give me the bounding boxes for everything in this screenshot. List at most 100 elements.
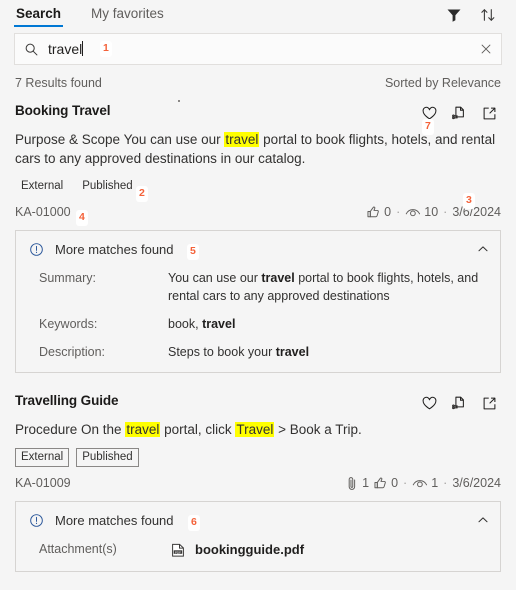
annotation-marker-5: 5	[187, 244, 199, 260]
copy-link-icon[interactable]	[449, 393, 469, 413]
more-matches-panel: More matches found Attachment(s) PDF bookin…	[15, 501, 501, 572]
match-row-key: Keywords:	[39, 317, 98, 331]
sort-icon[interactable]	[478, 5, 498, 25]
match-row: Attachment(s) PDF bookingguide.pdf	[26, 540, 490, 560]
pdf-file-icon: PDF	[168, 540, 188, 560]
result-card[interactable]: Travelling Guide Procedure On the travel …	[14, 373, 502, 572]
view-count: 1	[412, 476, 438, 491]
attachment-count: 1	[345, 476, 369, 491]
tab-search-label: Search	[16, 6, 62, 21]
result-title[interactable]: Booking Travel	[15, 103, 110, 118]
search-input[interactable]: travel	[14, 33, 502, 65]
result-stats: 1 0 · 1 · 3/6/2024	[345, 476, 501, 491]
view-count: 10	[405, 205, 438, 220]
results-count: 7 Results found	[15, 76, 102, 90]
snippet-highlight: Travel	[235, 422, 275, 437]
results-summary: 7 Results found Sorted by Relevance	[0, 65, 516, 93]
copy-link-icon[interactable]	[449, 103, 469, 123]
like-count: 0	[366, 205, 391, 220]
separator-dot: ·	[443, 205, 448, 219]
separator-dot: ·	[396, 205, 401, 219]
more-matches-title: More matches found	[55, 512, 174, 528]
svg-text:PDF: PDF	[175, 550, 181, 554]
annotation-marker-1: 1	[100, 41, 112, 57]
tag-published: Published	[76, 448, 139, 467]
result-tags: External Published	[15, 177, 501, 196]
favorite-heart-icon[interactable]	[419, 393, 439, 413]
match-row: Description: Steps to book your travel	[26, 343, 490, 361]
search-icon	[24, 42, 39, 57]
result-actions	[419, 393, 501, 413]
result-snippet: Purpose & Scope You can use our travel p…	[15, 130, 501, 168]
result-tags: External Published	[15, 448, 501, 467]
result-card[interactable]: Booking Travel Purpose & Scope You can us…	[14, 93, 502, 373]
view-count-value: 1	[431, 476, 439, 490]
info-icon	[26, 510, 46, 530]
open-in-new-window-icon[interactable]	[479, 393, 499, 413]
attachment-count-value: 1	[362, 476, 370, 490]
snippet-text: portal, click	[160, 422, 236, 437]
tab-my-favorites[interactable]: My favorites	[89, 4, 166, 27]
clear-icon[interactable]	[479, 42, 493, 56]
tag-published: Published	[82, 180, 133, 192]
annotation-marker-4: 4	[76, 210, 88, 226]
chevron-up-icon[interactable]	[476, 513, 490, 527]
tab-bar: Search My favorites	[0, 0, 516, 30]
separator-dot: ·	[403, 476, 408, 490]
filter-icon[interactable]	[444, 5, 464, 25]
more-matches-title: More matches found	[55, 241, 174, 257]
annotation-marker-3: 3	[463, 193, 475, 209]
snippet-text: Purpose & Scope You can use our	[15, 132, 225, 147]
snippet-text: Procedure On the	[15, 422, 126, 437]
annotation-marker-6: 6	[188, 515, 200, 531]
like-count-value: 0	[391, 476, 399, 490]
match-row-key: Description:	[39, 345, 105, 359]
snippet-text: > Book a Trip.	[274, 422, 362, 437]
tag-external: External	[15, 448, 70, 467]
tab-bar-actions	[444, 4, 502, 25]
info-icon	[26, 239, 46, 259]
search-area: travel	[0, 30, 516, 65]
more-matches-header[interactable]: More matches found	[26, 239, 490, 259]
match-row-value: You can use our travel portal to book fl…	[168, 269, 490, 305]
match-term: travel	[261, 271, 295, 285]
match-row: Summary: You can use our travel portal to…	[26, 269, 490, 305]
search-text: travel	[48, 41, 83, 57]
result-meta: KA-01009 1 0 · 1 · 3/6/2024	[15, 474, 501, 492]
match-row-value: Steps to book your travel	[168, 343, 490, 361]
view-count-value: 10	[424, 205, 439, 219]
chevron-up-icon[interactable]	[476, 242, 490, 256]
sort-order-label[interactable]: Sorted by Relevance	[385, 76, 501, 90]
text-cursor	[82, 41, 84, 56]
match-row-key: Summary:	[39, 271, 96, 285]
more-matches-header[interactable]: More matches found	[26, 510, 490, 530]
search-input-value[interactable]: travel	[48, 41, 84, 57]
attachment-filename[interactable]: bookingguide.pdf	[195, 541, 304, 559]
match-row-value: book, travel	[168, 315, 490, 333]
annotation-marker-7: 7	[422, 119, 434, 135]
match-row-value: PDF bookingguide.pdf	[168, 540, 490, 560]
result-date: 3/6/2024	[452, 205, 501, 219]
separator-dot: ·	[443, 476, 448, 490]
match-term: travel	[202, 317, 236, 331]
snippet-text: portal to book flights, hotels, and rent	[259, 132, 485, 147]
tag-external: External	[21, 180, 64, 192]
more-matches-panel: More matches found Summary: You can use ou…	[15, 230, 501, 373]
results-list: Booking Travel Purpose & Scope You can us…	[0, 93, 516, 572]
result-stats: 0 · 10 · 3/6/2024	[366, 205, 501, 220]
match-row-key: Attachment(s)	[39, 542, 117, 556]
tab-search[interactable]: Search	[14, 4, 64, 27]
knowledge-article-id: KA-01000	[15, 205, 71, 219]
match-text: Steps to book your	[168, 345, 276, 359]
open-in-new-window-icon[interactable]	[479, 103, 499, 123]
match-text: You can use our	[168, 271, 262, 285]
annotation-marker-2: 2	[136, 186, 148, 202]
snippet-highlight: travel	[125, 422, 161, 437]
match-term: travel	[275, 345, 310, 359]
result-card-header: Travelling Guide	[15, 393, 501, 413]
knowledge-search-panel: Search My favorites travel 7 Results fou…	[0, 0, 516, 590]
snippet-highlight: travel	[224, 132, 260, 147]
knowledge-article-id: KA-01009	[15, 476, 71, 490]
result-title[interactable]: Travelling Guide	[15, 393, 119, 408]
like-count: 0	[373, 476, 398, 491]
